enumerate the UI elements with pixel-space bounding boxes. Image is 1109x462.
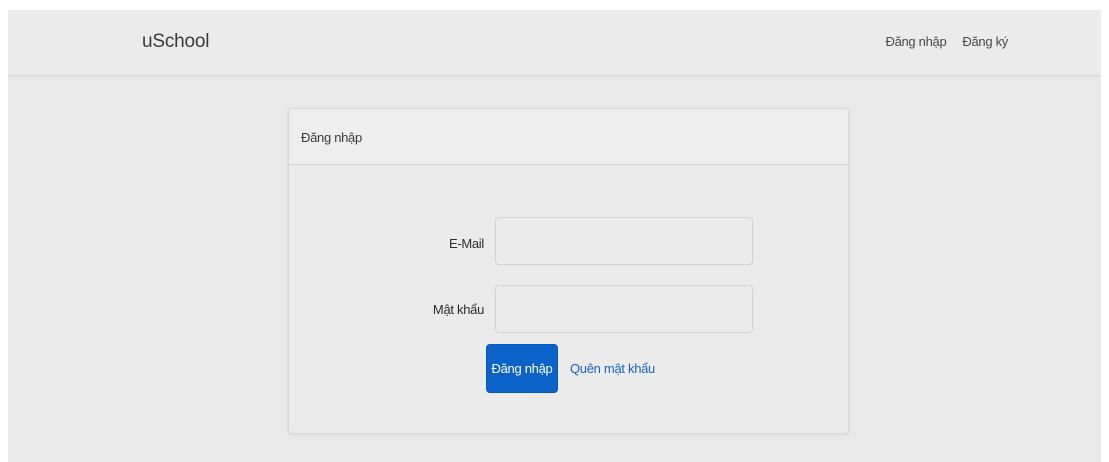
brand-logo-link[interactable]: uSchool bbox=[142, 31, 209, 53]
login-card: Đăng nhập E-Mail Mật khẩu Đăng nhập Quên… bbox=[288, 108, 849, 434]
nav-links: Đăng nhập Đăng ký bbox=[885, 34, 1008, 49]
card-header: Đăng nhập bbox=[289, 109, 848, 165]
password-label: Mật khẩu bbox=[432, 302, 484, 317]
card-title: Đăng nhập bbox=[301, 130, 362, 145]
login-submit-button[interactable]: Đăng nhập bbox=[486, 344, 558, 393]
email-label: E-Mail bbox=[448, 236, 484, 251]
email-field[interactable] bbox=[495, 217, 753, 265]
forgot-password-link[interactable]: Quên mật khẩu bbox=[570, 361, 655, 376]
page-viewport: uSchool Đăng nhập Đăng ký Đăng nhập E-Ma… bbox=[8, 10, 1101, 462]
top-navbar: uSchool Đăng nhập Đăng ký bbox=[8, 10, 1101, 76]
nav-login-link[interactable]: Đăng nhập bbox=[885, 34, 946, 49]
nav-register-link[interactable]: Đăng ký bbox=[962, 34, 1008, 49]
password-field[interactable] bbox=[495, 285, 753, 333]
